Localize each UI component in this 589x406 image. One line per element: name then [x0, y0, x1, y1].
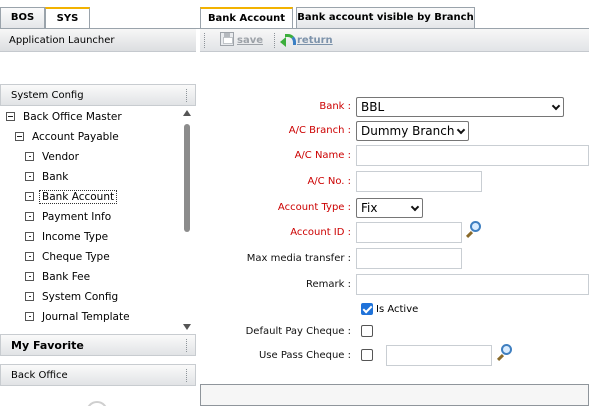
leaf-icon: [25, 191, 34, 201]
leaf-icon: [25, 271, 34, 281]
scroll-up-icon[interactable]: [183, 110, 191, 116]
branch-select[interactable]: Dummy Branch: [356, 121, 469, 141]
is-active-label: Is Active: [376, 304, 419, 315]
tree-item-bank-fee[interactable]: Bank Fee: [25, 268, 90, 286]
use-pass-cheque-label: Use Pass Cheque :: [258, 350, 351, 361]
bank-select[interactable]: BBL: [356, 97, 564, 117]
section-back-office-label: Back Office: [11, 370, 68, 381]
section-system-config[interactable]: System Config: [0, 84, 196, 106]
account-id-label: Account ID :: [290, 227, 351, 238]
leaf-icon: [25, 231, 34, 241]
tree-item-payment-info[interactable]: Payment Info: [25, 208, 111, 226]
tree-node-back-office-master[interactable]: Back Office Master: [6, 108, 122, 126]
tab-bank-account[interactable]: Bank Account: [200, 7, 293, 28]
collapse-icon[interactable]: [6, 111, 15, 121]
ac-no-input[interactable]: [356, 171, 482, 192]
ac-no-label: A/C No. :: [307, 176, 351, 187]
tree-item-journal-template[interactable]: Journal Template: [25, 308, 130, 326]
max-media-transfer-label: Max media transfer :: [246, 253, 351, 264]
ac-name-label: A/C Name :: [294, 150, 351, 161]
application-launcher-title: Application Launcher: [9, 35, 115, 46]
section-back-office[interactable]: Back Office: [0, 364, 196, 386]
content-tabs: Bank Account Bank account visible by Bra…: [200, 7, 589, 28]
ac-name-input[interactable]: [356, 145, 589, 166]
status-bar: [200, 384, 589, 406]
tab-sys[interactable]: SYS: [45, 7, 90, 28]
leaf-icon: [25, 151, 34, 161]
account-id-input[interactable]: [356, 222, 462, 243]
return-button[interactable]: return: [280, 32, 333, 49]
bank-label: Bank :: [319, 101, 351, 112]
account-id-lookup-icon[interactable]: [465, 221, 481, 239]
grip-icon: [204, 33, 208, 48]
return-arrow-icon: [280, 32, 296, 47]
grip-icon: [186, 369, 189, 382]
tree-item-cheque-type[interactable]: Cheque Type: [25, 248, 110, 266]
grip-icon: [186, 339, 189, 352]
is-active-checkbox[interactable]: [361, 303, 373, 315]
section-my-favorite[interactable]: My Favorite: [0, 334, 196, 356]
branch-label: A/C Branch :: [288, 125, 351, 136]
scroll-down-icon[interactable]: [183, 324, 191, 330]
tab-bank-account-visible-by-branch[interactable]: Bank account visible by Branch: [296, 7, 475, 28]
section-system-config-label: System Config: [11, 90, 84, 101]
tree-item-bank[interactable]: Bank: [25, 168, 68, 186]
tree-item-bank-account[interactable]: Bank Account: [25, 188, 118, 206]
leaf-icon: [25, 291, 34, 301]
scroll-thumb[interactable]: [184, 124, 190, 232]
collapse-icon[interactable]: [15, 131, 24, 141]
navigation-tree: Back Office Master Account Payable Vendo…: [0, 108, 182, 330]
spinner-icon: [86, 401, 108, 406]
remark-input[interactable]: [356, 274, 589, 295]
max-media-transfer-input[interactable]: [356, 248, 462, 269]
default-pay-cheque-checkbox[interactable]: [361, 325, 373, 337]
tree-node-account-payable[interactable]: Account Payable: [15, 128, 119, 146]
use-pass-cheque-checkbox[interactable]: [361, 349, 373, 361]
section-my-favorite-label: My Favorite: [11, 339, 84, 352]
tab-bos[interactable]: BOS: [0, 7, 45, 28]
tree-item-income-type[interactable]: Income Type: [25, 228, 108, 246]
module-tabs: BOS SYS: [0, 7, 200, 28]
chevron-down-icon: [551, 101, 561, 111]
leaf-icon: [25, 211, 34, 221]
tree-item-vendor[interactable]: Vendor: [25, 148, 79, 166]
remark-label: Remark :: [306, 279, 351, 290]
floppy-disk-icon: [220, 32, 234, 46]
leaf-icon: [25, 311, 34, 321]
chevron-down-icon: [456, 125, 466, 135]
chevron-down-icon: [410, 202, 420, 212]
save-button[interactable]: save: [220, 32, 263, 49]
tree-item-system-config[interactable]: System Config: [25, 288, 118, 306]
leaf-icon: [25, 171, 34, 181]
action-toolbar: save return: [200, 29, 589, 52]
tree-scrollbar[interactable]: [182, 110, 192, 330]
use-pass-cheque-input[interactable]: [386, 345, 492, 366]
use-pass-cheque-lookup-icon[interactable]: [496, 344, 512, 362]
account-type-label: Account Type :: [277, 202, 351, 213]
toolbar-separator: [274, 33, 275, 48]
account-type-select[interactable]: Fix: [356, 198, 423, 218]
default-pay-cheque-label: Default Pay Cheque :: [245, 326, 351, 337]
leaf-icon: [25, 251, 34, 261]
grip-icon: [186, 89, 189, 102]
application-launcher-header: Application Launcher: [0, 29, 196, 52]
